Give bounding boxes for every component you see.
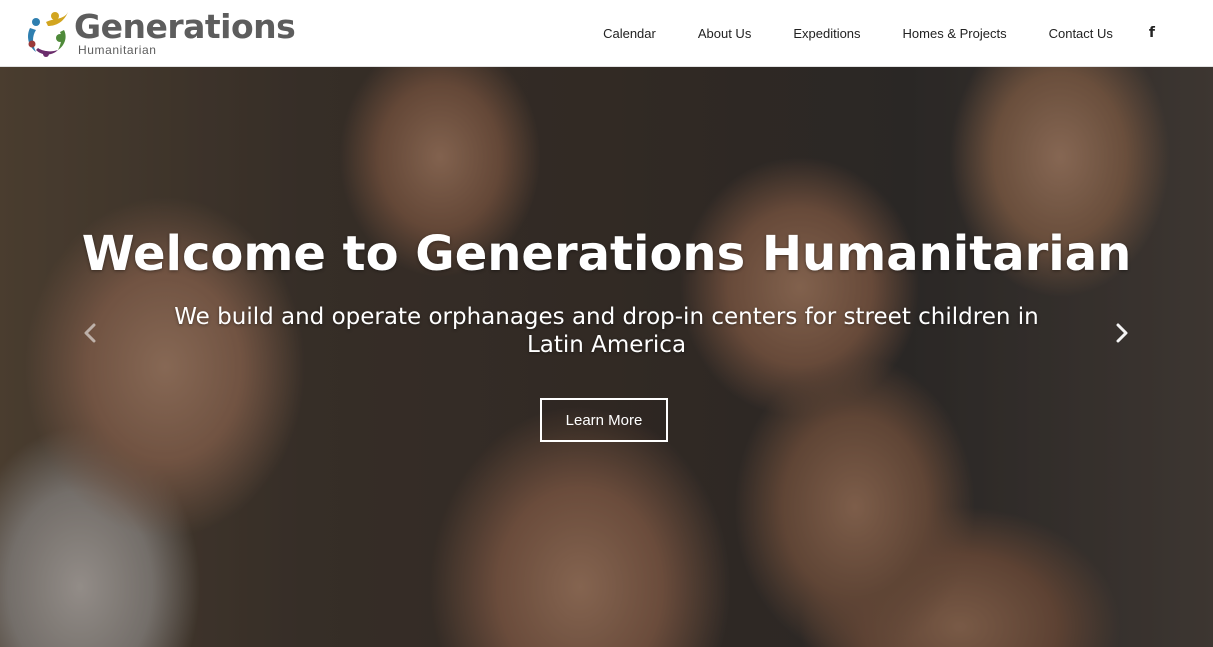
learn-more-button[interactable]: Learn More [540, 398, 668, 442]
carousel-next-button[interactable] [1110, 319, 1134, 347]
generations-logo-icon [28, 12, 68, 57]
logo-tagline: Humanitarian [78, 43, 157, 57]
nav-expeditions[interactable]: Expeditions [793, 26, 860, 41]
nav-homes-projects[interactable]: Homes & Projects [903, 26, 1007, 41]
carousel-prev-button[interactable] [78, 319, 102, 347]
facebook-icon[interactable]: f [1149, 25, 1155, 41]
hero-subtitle: We build and operate orphanages and drop… [174, 304, 1039, 358]
nav-calendar[interactable]: Calendar [603, 26, 656, 41]
main-nav: Calendar About Us Expeditions Homes & Pr… [603, 0, 1213, 66]
site-logo[interactable]: Generations Humanitarian [24, 7, 296, 60]
nav-about-us[interactable]: About Us [698, 26, 751, 41]
nav-contact-us[interactable]: Contact Us [1049, 26, 1113, 41]
site-header: Generations Humanitarian Calendar About … [0, 0, 1213, 67]
hero-carousel: Welcome to Generations Humanitarian We b… [0, 67, 1213, 647]
chevron-left-icon [84, 323, 96, 343]
chevron-right-icon [1116, 323, 1128, 343]
logo-title: Generations [74, 7, 296, 46]
hero-title: Welcome to Generations Humanitarian [81, 226, 1132, 282]
